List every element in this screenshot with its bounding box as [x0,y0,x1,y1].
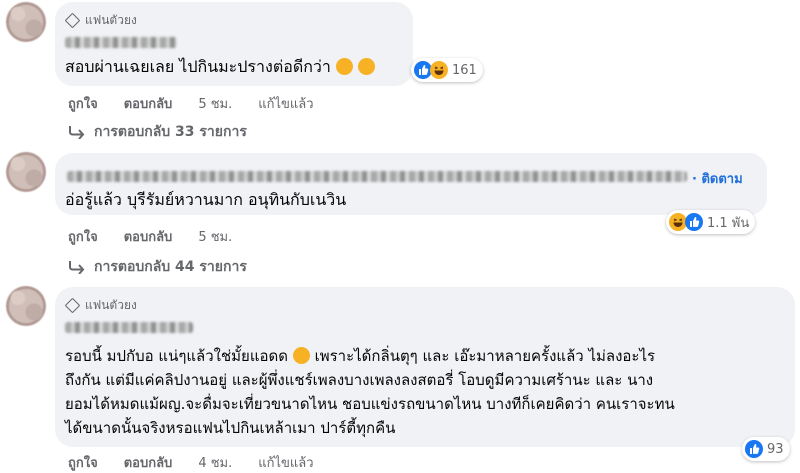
comment-actions: ถูกใจ ตอบกลับ 4 ชม. แก้ไขแล้ว [68,452,340,473]
like-reaction-icon [745,440,763,458]
reaction-summary[interactable]: 1.1 พัน [666,210,756,234]
edited-label[interactable]: แก้ไขแล้ว [258,93,313,114]
comment-text-line: ได้ขนาดนั้นจริงหรอแฟนไปกินเหล้าเมา ปาร์ต… [65,419,396,437]
like-reaction-icon [685,213,703,231]
timestamp[interactable]: 4 ชม. [198,452,232,473]
badge-label: แฟนตัวยง [85,298,137,312]
haha-reaction-icon [430,61,448,79]
timestamp[interactable]: 5 ชม. [198,226,232,247]
reply-arrow-icon [69,261,85,274]
replies-label: การตอบกลับ 44 รายการ [94,259,247,275]
commenter-name[interactable] [67,171,687,182]
reaction-count: 161 [452,62,477,78]
diamond-icon [64,12,81,29]
comment-bubble: · ติดตาม อ่อรู้แล้ว บุรีรัมย์หวานมาก อนุ… [55,153,767,215]
comment-text-line: ยอมได้หมดแม้ผญ.จะดื่มจะเที่ยวขนาดไหน ชอบ… [65,395,675,413]
top-fan-badge: แฟนตัวยง [64,296,137,315]
reply-button[interactable]: ตอบกลับ [124,226,173,247]
comment-text-line: รอบนี้ มปกับอ แน่ๆแล้วใช่มั้ยแอดด เพราะไ… [65,347,656,365]
timestamp[interactable]: 5 ชม. [198,93,232,114]
comment-text: สอบผ่านเฉยเลย ไปกินมะปรางต่อดีกว่า [65,54,376,80]
reaction-count: 93 [767,441,784,457]
comment-bubble: แฟนตัวยง รอบนี้ มปกับอ แน่ๆแล้วใช่มั้ยแอ… [55,287,795,447]
commenter-name[interactable] [65,322,193,333]
edited-label[interactable]: แก้ไขแล้ว [258,452,313,473]
comment-actions: ถูกใจ ตอบกลับ 5 ชม. [68,226,258,247]
reaction-count: 1.1 พัน [707,215,750,231]
rofl-emoji-icon [335,58,353,75]
reply-button[interactable]: ตอบกลับ [124,452,173,473]
reply-arrow-icon [69,126,85,139]
avatar[interactable] [6,286,46,326]
rofl-emoji-icon [292,347,310,364]
comment-text-line: ถึงกัน แต่มีแค่คลิปงานอยู่ และผู้พึ่งแชร… [65,371,654,389]
replies-label: การตอบกลับ 33 รายการ [94,124,247,140]
reply-button[interactable]: ตอบกลับ [124,93,173,114]
avatar[interactable] [6,2,46,42]
comment-actions: ถูกใจ ตอบกลับ 5 ชม. แก้ไขแล้ว [68,93,340,114]
top-fan-badge: แฟนตัวยง [64,11,137,30]
like-button[interactable]: ถูกใจ [68,226,98,247]
reaction-summary[interactable]: 161 [411,58,483,82]
reaction-summary[interactable]: 93 [742,437,790,461]
view-replies-link[interactable]: การตอบกลับ 33 รายการ [68,121,247,143]
like-button[interactable]: ถูกใจ [68,452,98,473]
like-button[interactable]: ถูกใจ [68,93,98,114]
badge-label: แฟนตัวยง [85,13,137,27]
comment-bubble: แฟนตัวยง สอบผ่านเฉยเลย ไปกินมะปรางต่อดีก… [55,2,413,86]
follow-button[interactable]: · ติดตาม [692,168,743,189]
diamond-icon [64,297,81,314]
commenter-name[interactable] [65,37,177,48]
rofl-emoji-icon [358,58,376,75]
view-replies-link[interactable]: การตอบกลับ 44 รายการ [68,256,247,278]
comment-text: อ่อรู้แล้ว บุรีรัมย์หวานมาก อนุทินกับเนว… [65,190,347,209]
avatar[interactable] [6,152,46,192]
